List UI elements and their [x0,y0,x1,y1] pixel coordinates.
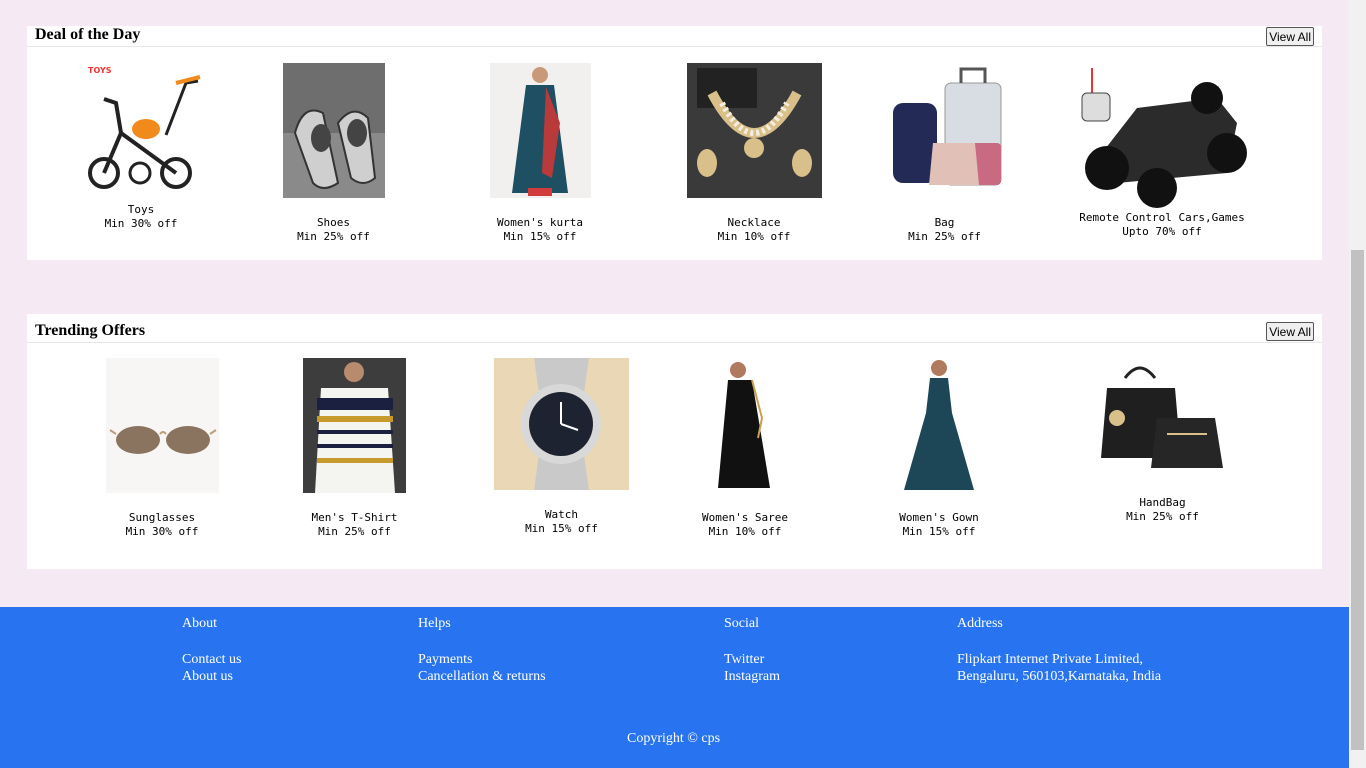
cancellation-returns-link[interactable]: Cancellation & returns [418,668,546,685]
section-title: Deal of the Day [35,26,141,43]
product-name: Sunglasses [128,511,196,524]
product-offer: Min 25% off [297,230,370,243]
product-card-bag[interactable]: Bag Min 25% off [882,63,1007,244]
footer-heading: Helps [418,616,451,631]
product-name: Men's T-Shirt [311,511,398,524]
section-header: Trending Offers View All [27,314,1322,343]
product-offer: Min 15% off [503,230,577,243]
payments-link[interactable]: Payments [418,651,546,668]
view-all-button[interactable]: View All [1266,322,1314,341]
womens-gown-image [894,358,984,493]
product-name: HandBag [1139,496,1186,509]
instagram-link[interactable]: Instagram [724,668,780,685]
product-name: Women's kurta [496,216,584,229]
footer: About Contact us About us Helps Payments… [0,607,1349,768]
address-line: Flipkart Internet Private Limited, [957,652,1143,667]
product-offer: Min 25% off [1126,510,1199,523]
section-header: Deal of the Day View All [27,26,1322,47]
footer-heading: About [182,616,217,631]
product-name: Bag [934,216,955,229]
product-offer: Min 15% off [902,525,976,538]
shoes-image [282,63,385,198]
watch-image [494,358,629,490]
product-card-toys[interactable]: TOYS Toys Min 30% off [76,63,206,231]
twitter-link[interactable]: Twitter [724,651,780,668]
section-title: Trending Offers [35,322,146,339]
womens-saree-image [700,358,790,493]
view-all-button[interactable]: View All [1266,27,1314,46]
product-offer: Min 10% off [717,230,791,243]
womens-kurta-image [489,63,591,198]
toys-tricycle-image: TOYS [76,63,206,193]
rc-car-image [1077,63,1249,211]
vertical-scrollbar[interactable] [1349,0,1366,768]
product-name: Shoes [316,216,351,229]
product-offer: Min 30% off [104,217,178,230]
svg-text:TOYS: TOYS [88,66,112,75]
product-offer: Min 10% off [708,525,782,538]
product-offer: Min 25% off [318,525,391,538]
trending-offers-section: Trending Offers View All Sunglasses Min … [27,314,1322,569]
address-line: Bengaluru, 560103,Karnataka, India [957,669,1162,684]
deal-of-the-day-section: Deal of the Day View All TOYS Toys Min 3… [27,26,1322,260]
product-card-womens-saree[interactable]: Women's Saree Min 10% off [695,358,795,539]
product-name: Watch [544,508,579,521]
footer-about-column: About Contact us About us [182,616,242,685]
footer-social-column: Social Twitter Instagram [724,616,780,685]
product-card-shoes[interactable]: Shoes Min 25% off [281,63,386,244]
handbag-image [1095,358,1230,486]
product-card-womens-kurta[interactable]: Women's kurta Min 15% off [485,63,595,244]
product-name: Toys [127,203,155,216]
product-card-watch[interactable]: Watch Min 15% off [494,358,629,536]
product-offer: Min 25% off [908,230,981,243]
product-name: Women's Saree [701,511,789,524]
sunglasses-image [105,358,219,493]
product-card-sunglasses[interactable]: Sunglasses Min 30% off [102,358,222,539]
product-offer: Upto 70% off [1122,225,1202,238]
footer-helps-column: Helps Payments Cancellation & returns [418,616,546,685]
product-name: Necklace [727,216,781,229]
product-name: Women's Gown [899,511,979,524]
product-card-womens-gown[interactable]: Women's Gown Min 15% off [889,358,989,539]
copyright-text: Copyright © cps [627,731,721,746]
product-card-necklace[interactable]: Necklace Min 10% off [684,63,824,244]
mens-tshirt-image [303,358,406,493]
footer-address-column: Address Flipkart Internet Private Limite… [957,616,1161,685]
product-name: Remote Control Cars,Games [1079,211,1245,224]
footer-heading: Social [724,616,759,631]
product-offer: Min 30% off [125,525,199,538]
bag-luggage-image [884,63,1005,198]
product-card-mens-tshirt[interactable]: Men's T-Shirt Min 25% off [297,358,412,539]
necklace-image [686,63,822,198]
product-card-handbag[interactable]: HandBag Min 25% off [1095,358,1230,524]
contact-us-link[interactable]: Contact us [182,651,242,668]
scrollbar-thumb[interactable] [1351,250,1364,750]
about-us-link[interactable]: About us [182,668,242,685]
product-card-remote-control-cars[interactable]: Remote Control Cars,Games Upto 70% off [1077,63,1249,239]
footer-heading: Address [957,616,1003,631]
product-offer: Min 15% off [525,522,598,535]
